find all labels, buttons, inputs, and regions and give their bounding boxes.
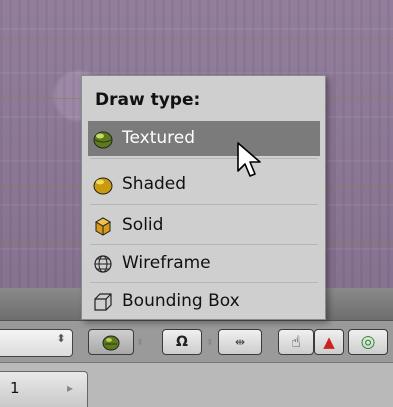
- snap-button[interactable]: ⇹: [218, 329, 262, 355]
- pivot-arrows-icon: ⬍: [206, 338, 214, 348]
- increment-arrow-icon[interactable]: ▸: [67, 372, 73, 404]
- menu-item-wireframe[interactable]: Wireframe: [88, 246, 320, 281]
- mouse-pointer-icon: [237, 142, 261, 177]
- mode-select[interactable]: ⬍: [0, 329, 73, 357]
- pivot-icon: Ω: [176, 334, 188, 350]
- draw-type-arrows-icon: ⬍: [136, 338, 144, 348]
- shaded-icon: [93, 177, 113, 195]
- menu-separator: [90, 158, 318, 159]
- menu-separator: [90, 204, 318, 205]
- menu-item-solid[interactable]: Solid: [88, 208, 320, 243]
- menu-item-label: Solid: [122, 215, 164, 235]
- triangle-icon: ▲: [323, 333, 335, 351]
- hand-icon: ☝: [291, 332, 301, 351]
- wireframe-icon: [94, 255, 112, 273]
- menu-item-label: Wireframe: [122, 253, 211, 273]
- rotate-manipulator-button[interactable]: ▲: [314, 329, 344, 355]
- viewport-header-toolbar: ⬍ ⬍ Ω ⬍ ⇹ ☝ ▲ ◎: [0, 320, 393, 363]
- bounding-box-icon: [94, 293, 112, 311]
- textured-icon: [93, 131, 113, 149]
- menu-item-bounding-box[interactable]: Bounding Box: [88, 284, 320, 319]
- menu-item-label: Shaded: [122, 174, 187, 194]
- status-bar: 1 ▸: [0, 362, 393, 407]
- draw-type-menu: Draw type: Textured Shaded Solid Wirefra…: [81, 75, 326, 320]
- solid-icon: [94, 217, 112, 236]
- frame-number-value: 1: [10, 379, 20, 397]
- textured-icon: [102, 335, 120, 351]
- frame-number-field[interactable]: 1 ▸: [0, 371, 88, 407]
- menu-separator: [90, 244, 318, 245]
- pivot-button[interactable]: Ω: [162, 329, 202, 355]
- menu-separator: [90, 282, 318, 283]
- viewport-texture-line: [0, 38, 393, 39]
- menu-item-shaded[interactable]: Shaded: [88, 167, 320, 202]
- snap-grid-icon: ⇹: [234, 335, 246, 349]
- scale-manipulator-button[interactable]: ◎: [348, 329, 388, 355]
- menu-title: Draw type:: [95, 90, 201, 110]
- menu-item-label: Textured: [122, 128, 196, 148]
- hand-tool-button[interactable]: ☝: [278, 329, 314, 355]
- menu-item-label: Bounding Box: [122, 291, 240, 311]
- draw-type-button[interactable]: [88, 329, 134, 355]
- ring-icon: ◎: [360, 332, 376, 352]
- updown-arrows-icon: ⬍: [56, 332, 66, 345]
- menu-item-textured[interactable]: Textured: [88, 121, 320, 156]
